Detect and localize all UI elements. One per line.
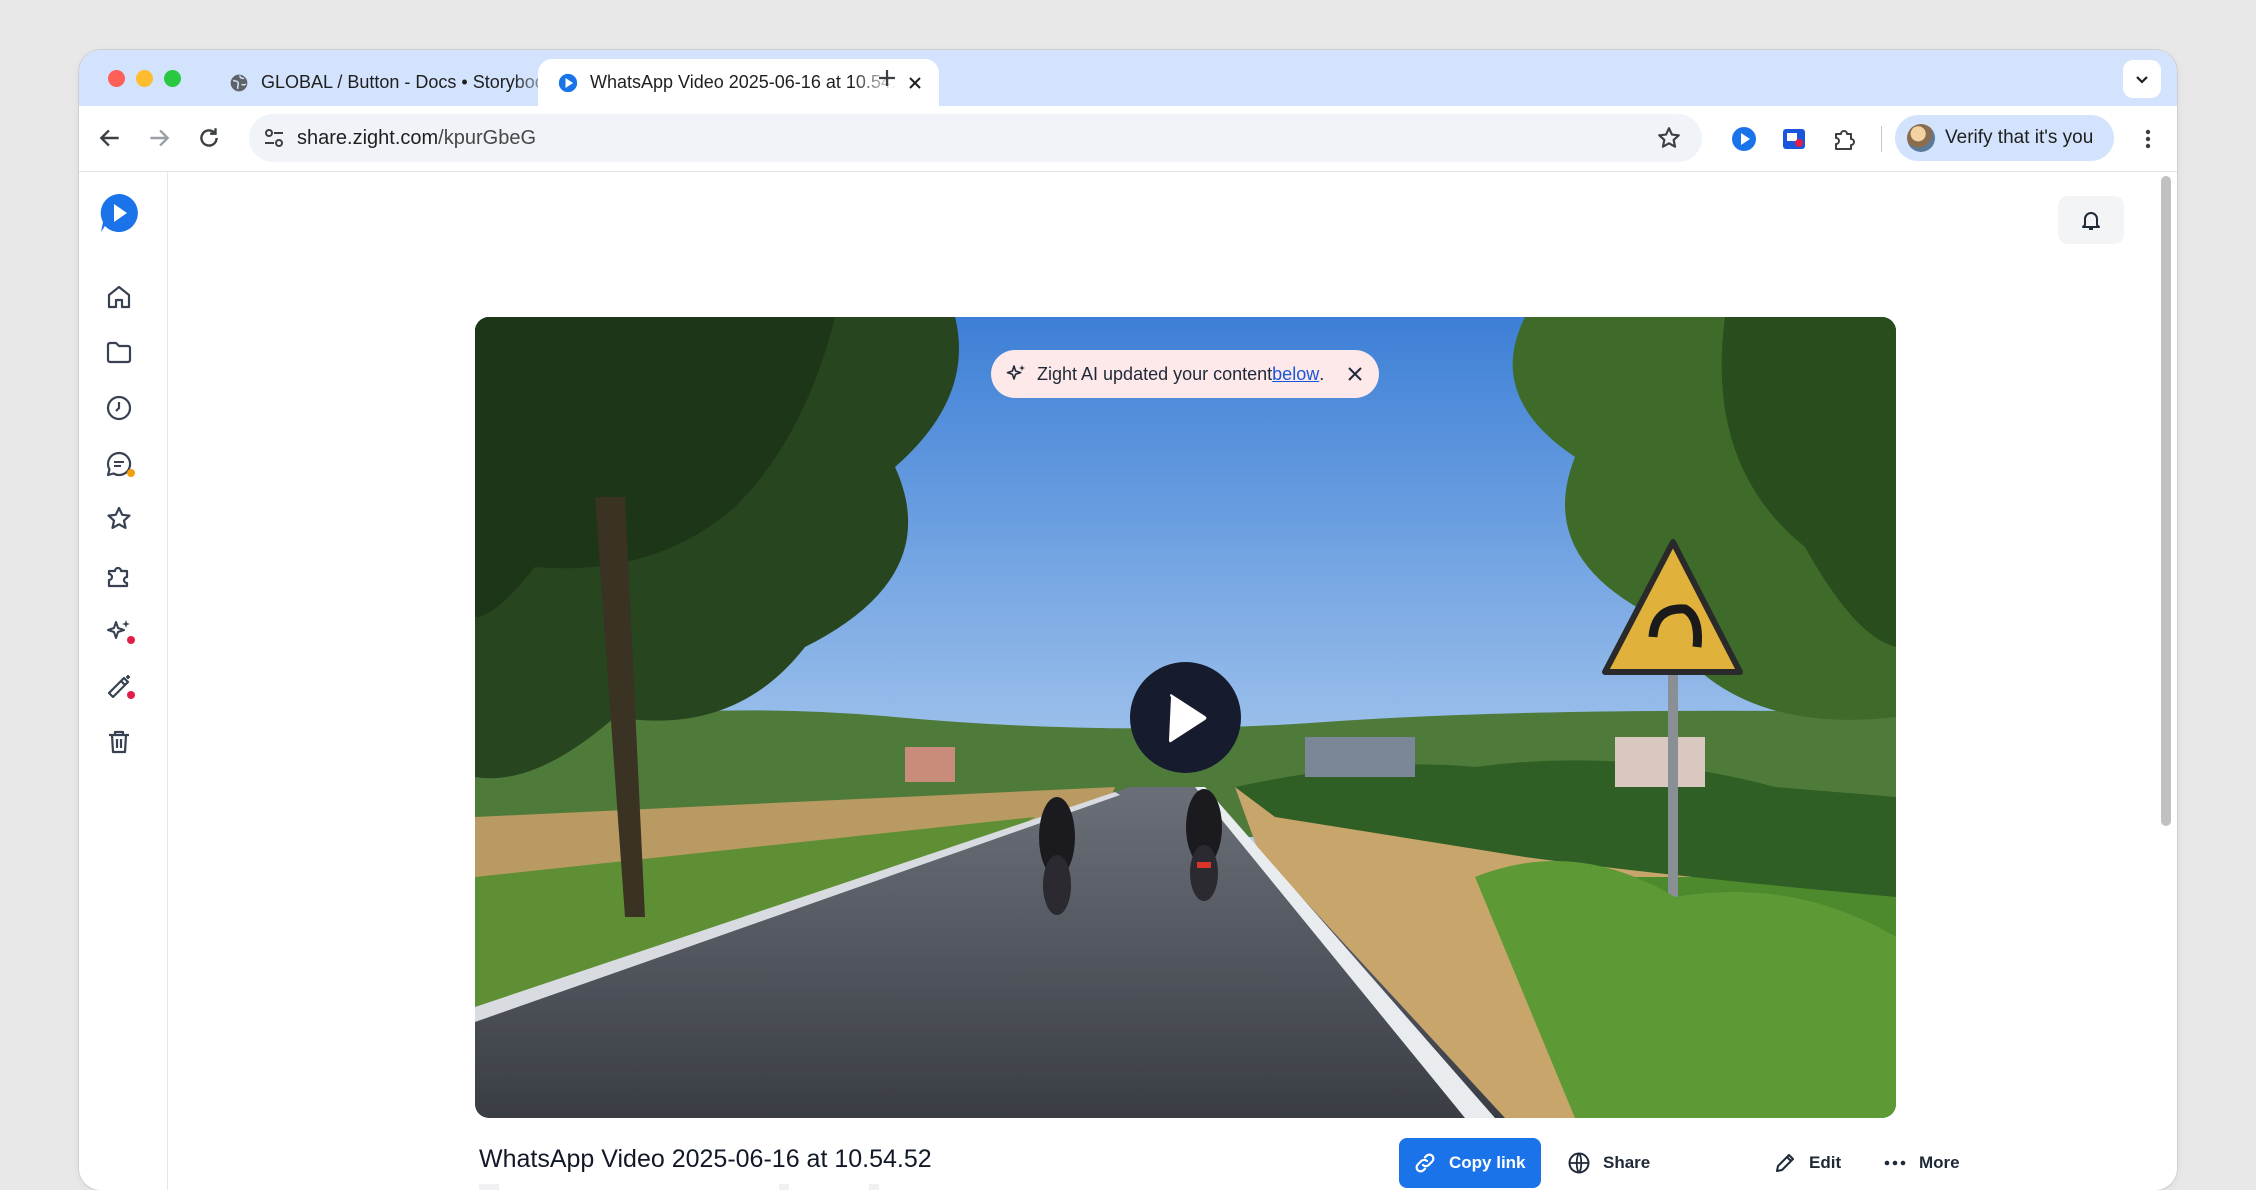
extensions-puzzle-icon[interactable] (1830, 125, 1858, 153)
more-button[interactable]: More (1883, 1138, 1960, 1188)
url-path: /kpurGbeG (438, 127, 536, 149)
browser-window: GLOBAL / Button - Docs • Storybook Whats… (79, 50, 2177, 1190)
sidebar-item-folders[interactable] (104, 337, 134, 367)
ai-notification-dot (127, 636, 135, 644)
close-tab-icon[interactable] (905, 73, 925, 93)
reload-icon[interactable] (196, 125, 222, 151)
bell-icon (2082, 212, 2100, 230)
tools-notification-dot (127, 691, 135, 699)
share-button[interactable]: Share (1567, 1138, 1650, 1188)
clock-icon (106, 395, 132, 421)
folder-icon (106, 341, 132, 364)
ai-update-banner: Zight AI updated your content below. (991, 350, 1379, 398)
globe-icon (1568, 1152, 1590, 1174)
tab-strip: GLOBAL / Button - Docs • Storybook Whats… (79, 50, 2177, 106)
toolbar-separator (1881, 126, 1882, 152)
chevron-down-icon (2136, 76, 2148, 84)
copy-link-label: Copy link (1449, 1153, 1526, 1172)
screen-recorder-extension-icon[interactable] (1780, 125, 1808, 153)
video-meta-row (479, 1184, 1039, 1190)
edit-button[interactable]: Edit (1773, 1138, 1841, 1188)
banner-text: Zight AI updated your content (1037, 363, 1273, 384)
forward-arrow-icon[interactable] (146, 125, 172, 151)
page-content: Zight AI updated your content below. Wha… (79, 172, 2177, 1190)
puzzle-icon (107, 566, 129, 588)
banner-link[interactable]: below (1272, 364, 1319, 385)
maximize-window-button[interactable] (164, 70, 181, 87)
trash-icon (109, 730, 129, 754)
video-title: WhatsApp Video 2025-06-16 at 10.54.52 (479, 1145, 932, 1173)
link-icon (1415, 1153, 1435, 1173)
new-tab-icon[interactable] (875, 66, 899, 90)
tab-title: WhatsApp Video 2025-06-16 at 10.54.52 (590, 72, 897, 92)
video-player[interactable]: Zight AI updated your content below. (475, 317, 1896, 1118)
sparkles-icon (1006, 365, 1025, 380)
sidebar-item-favorites[interactable] (104, 504, 134, 534)
close-banner-icon[interactable] (1345, 364, 1365, 384)
notifications-button[interactable] (2058, 196, 2124, 244)
url-text: share.zight.com/kpurGbeG (297, 127, 536, 150)
sidebar-item-home[interactable] (104, 282, 134, 312)
minimize-window-button[interactable] (136, 70, 153, 87)
sidebar-item-trash[interactable] (104, 727, 134, 757)
more-dots-icon (1884, 1160, 1906, 1166)
zight-icon (558, 73, 578, 92)
tab-search-button[interactable] (2123, 60, 2161, 98)
verify-label: Verify that it's you (1945, 127, 2094, 148)
play-button[interactable] (1130, 662, 1241, 773)
bookmark-star-icon[interactable] (1656, 125, 1682, 151)
page-scrollbar[interactable] (2161, 176, 2171, 826)
browser-toolbar: share.zight.com/kpurGbeG Verify that it'… (79, 106, 2177, 172)
url-host: share.zight.com (297, 127, 439, 149)
site-settings-icon[interactable] (263, 127, 285, 149)
star-icon (107, 506, 131, 529)
comments-notification-dot (127, 469, 135, 477)
share-label: Share (1603, 1153, 1651, 1172)
more-label: More (1919, 1153, 1960, 1172)
banner-suffix: . (1319, 363, 1325, 384)
close-window-button[interactable] (108, 70, 125, 87)
zight-logo-icon[interactable] (98, 192, 140, 234)
copy-link-button[interactable]: Copy link (1399, 1138, 1541, 1188)
address-bar[interactable]: share.zight.com/kpurGbeG (249, 114, 1702, 162)
browser-menu-icon[interactable] (2135, 126, 2161, 152)
pencil-icon (1776, 1154, 1794, 1172)
sidebar-item-integrations[interactable] (104, 560, 134, 590)
globe-icon (230, 74, 248, 91)
play-icon (1168, 693, 1206, 742)
sidebar (79, 172, 168, 1190)
tab-title: GLOBAL / Button - Docs • Storybook (261, 72, 554, 92)
back-arrow-icon[interactable] (97, 125, 123, 151)
zight-extension-icon[interactable] (1730, 125, 1758, 153)
edit-label: Edit (1809, 1153, 1842, 1172)
sidebar-item-recent[interactable] (104, 393, 134, 423)
home-icon (107, 285, 131, 309)
avatar (1907, 124, 1935, 152)
profile-verify-button[interactable]: Verify that it's you (1895, 115, 2114, 161)
